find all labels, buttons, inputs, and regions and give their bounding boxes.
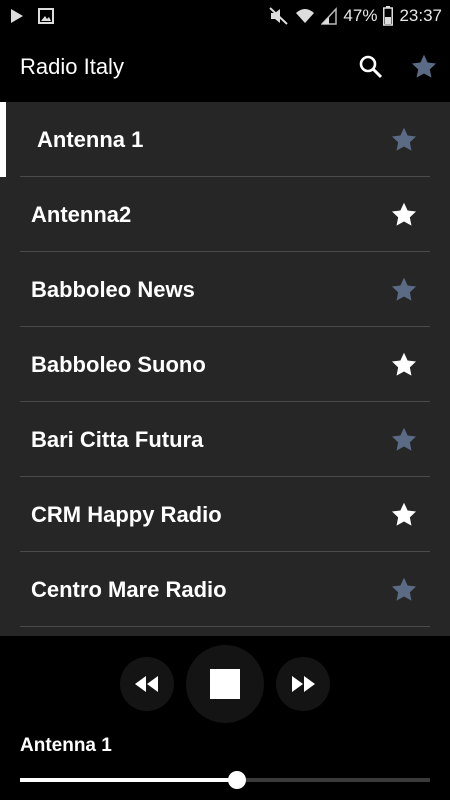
play-notification-icon bbox=[10, 8, 24, 24]
seek-fill bbox=[20, 778, 238, 782]
favorite-star-icon[interactable] bbox=[390, 351, 418, 379]
rewind-button[interactable] bbox=[120, 657, 174, 711]
app-actions bbox=[358, 53, 438, 81]
favorite-star-icon[interactable] bbox=[390, 126, 418, 154]
now-playing-title: Antenna 1 bbox=[20, 735, 112, 756]
wifi-icon bbox=[295, 7, 315, 25]
player-panel: Antenna 1 bbox=[0, 636, 450, 800]
battery-percent: 47% bbox=[343, 6, 378, 25]
seek-thumb[interactable] bbox=[228, 771, 247, 789]
favorite-star-icon[interactable] bbox=[390, 426, 418, 454]
station-name: Centro Mare Radio bbox=[31, 576, 227, 602]
stop-button[interactable] bbox=[186, 645, 264, 723]
fast-forward-icon bbox=[290, 676, 316, 692]
status-right: 47% 23:37 bbox=[269, 6, 442, 26]
station-row[interactable]: CRM Happy Radio bbox=[0, 477, 450, 552]
favorite-star-icon[interactable] bbox=[390, 201, 418, 229]
station-name: Bari Citta Futura bbox=[31, 426, 204, 452]
app-bar: Radio Italy bbox=[0, 32, 450, 102]
signal-icon bbox=[321, 7, 338, 25]
station-name: Antenna 1 bbox=[37, 126, 144, 152]
player-controls bbox=[0, 644, 450, 724]
selected-indicator bbox=[0, 102, 6, 177]
status-left bbox=[10, 8, 54, 24]
station-row[interactable]: Antenna 1 bbox=[0, 102, 450, 177]
seek-bar[interactable] bbox=[20, 771, 430, 789]
fast-forward-button[interactable] bbox=[276, 657, 330, 711]
status-bar: 47% 23:37 bbox=[0, 0, 450, 32]
favorite-star-icon[interactable] bbox=[390, 501, 418, 529]
station-name: CRM Happy Radio bbox=[31, 501, 222, 527]
mute-icon bbox=[269, 7, 289, 25]
image-notification-icon bbox=[38, 8, 54, 24]
station-row[interactable]: Centro Mare Radio bbox=[0, 552, 450, 627]
station-row[interactable]: Antenna2 bbox=[0, 177, 450, 252]
station-name: Babboleo News bbox=[31, 276, 195, 302]
station-row[interactable]: Babboleo News bbox=[0, 252, 450, 327]
station-name: Antenna2 bbox=[31, 201, 132, 227]
app-title: Radio Italy bbox=[20, 54, 124, 79]
favorite-star-icon[interactable] bbox=[390, 276, 418, 304]
station-row[interactable]: Babboleo Suono bbox=[0, 327, 450, 402]
search-icon[interactable] bbox=[358, 54, 384, 80]
stop-icon bbox=[210, 669, 240, 699]
battery-icon bbox=[383, 6, 394, 26]
station-list: Antenna 1 Antenna2 Babboleo News Babboleo S… bbox=[0, 102, 450, 636]
favorites-star-icon[interactable] bbox=[410, 53, 438, 81]
station-row[interactable]: Bari Citta Futura bbox=[0, 402, 450, 477]
station-name: Babboleo Suono bbox=[31, 351, 206, 377]
rewind-icon bbox=[134, 676, 160, 692]
favorite-star-icon[interactable] bbox=[390, 576, 418, 604]
clock: 23:37 bbox=[399, 6, 442, 25]
